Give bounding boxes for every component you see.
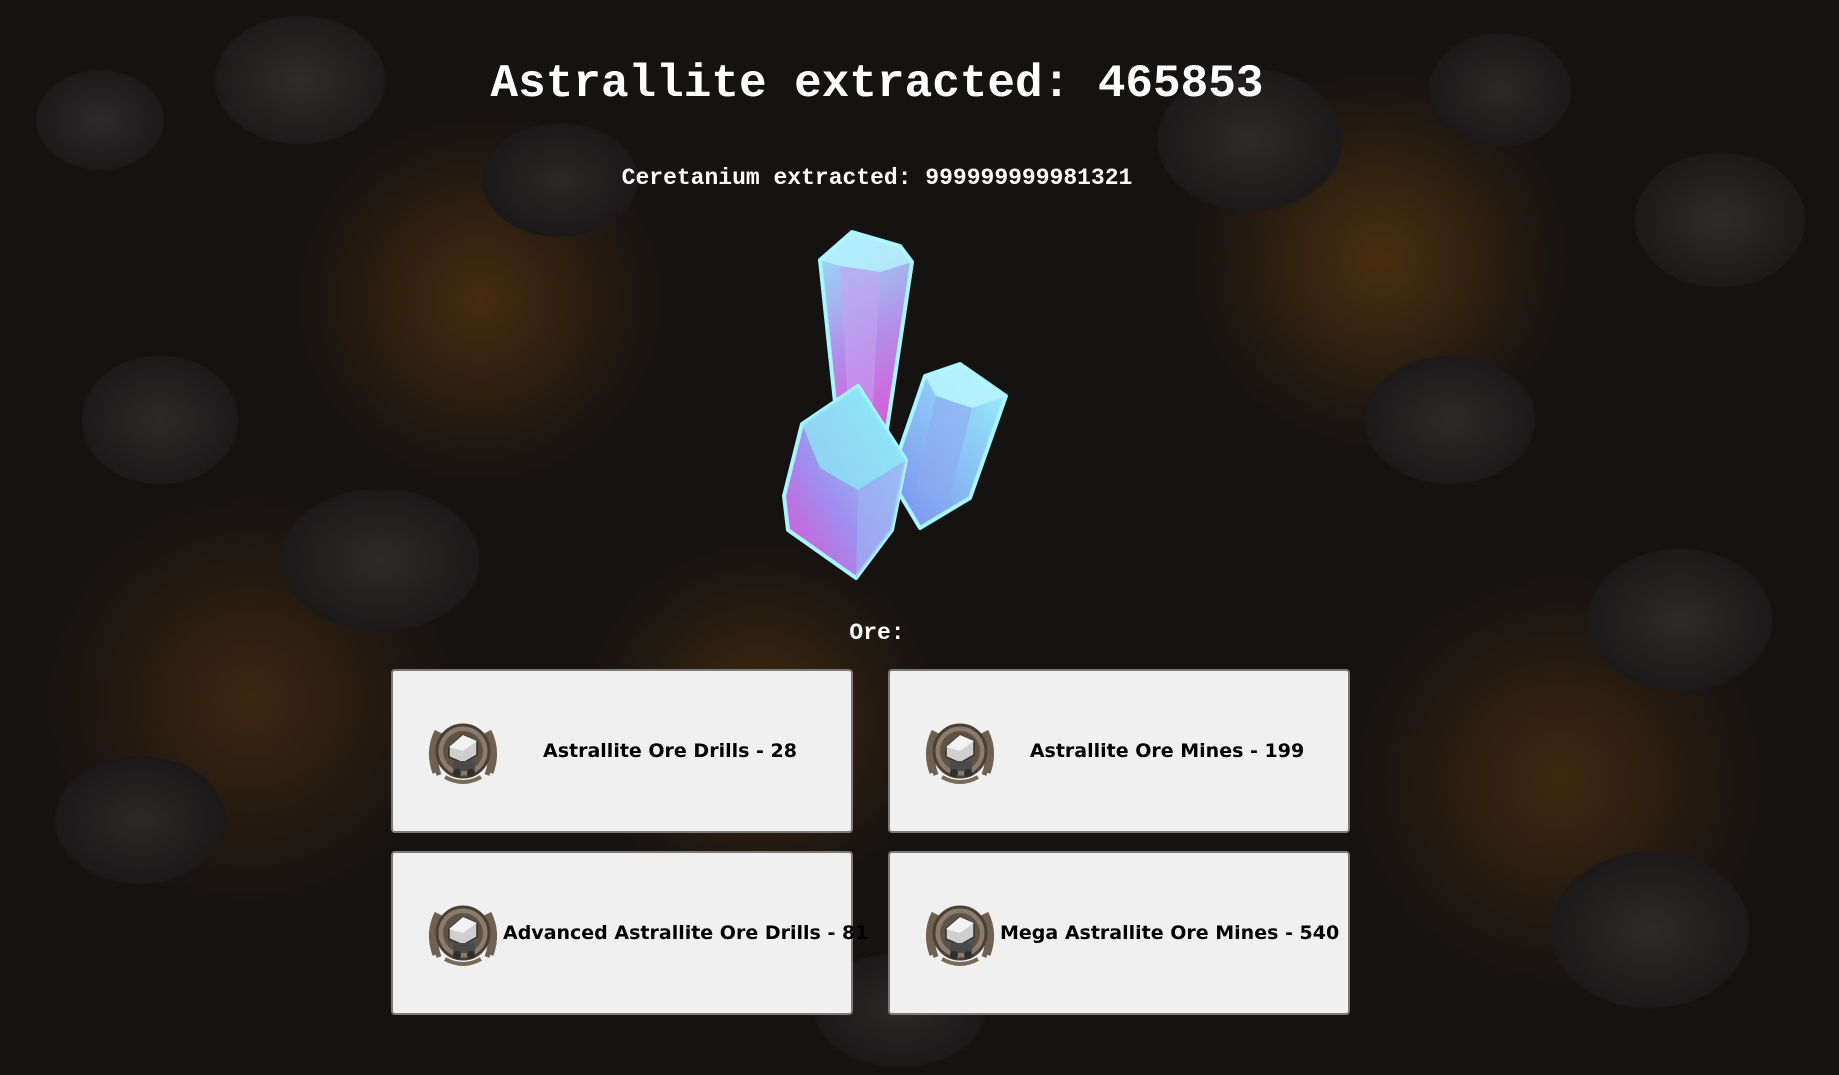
upgrade-ore-drills-button[interactable]: Astrallite Ore Drills - 28 <box>391 669 853 833</box>
upgrade-label: Mega Astrallite Ore Mines - 540 <box>1000 922 1340 944</box>
ore-section-label: Ore: <box>849 620 905 646</box>
upgrade-label: Astrallite Ore Mines - 199 <box>1029 740 1305 762</box>
astrallite-counter: Astrallite extracted: 465853 <box>490 58 1264 110</box>
ceretanium-counter: Ceretanium extracted: 999999999981321 <box>621 165 1133 191</box>
upgrade-ore-mines-button[interactable]: Astrallite Ore Mines - 199 <box>888 669 1350 833</box>
crystal-icon[interactable] <box>740 228 1020 588</box>
ore-upgrades-grid: Astrallite Ore Drills - 28 Astrallite Or… <box>391 669 1351 1015</box>
upgrade-advanced-ore-drills-button[interactable]: Advanced Astrallite Ore Drills - 81 <box>391 851 868 1015</box>
mine-emblem-icon <box>920 893 1000 973</box>
upgrade-mega-ore-mines-button[interactable]: Mega Astrallite Ore Mines - 540 <box>888 851 1350 1015</box>
upgrade-label: Advanced Astrallite Ore Drills - 81 <box>503 922 869 944</box>
drill-emblem-icon <box>423 711 503 791</box>
drill-emblem-icon <box>423 893 503 973</box>
mine-emblem-icon <box>920 711 1000 791</box>
upgrade-label: Astrallite Ore Drills - 28 <box>543 740 797 762</box>
